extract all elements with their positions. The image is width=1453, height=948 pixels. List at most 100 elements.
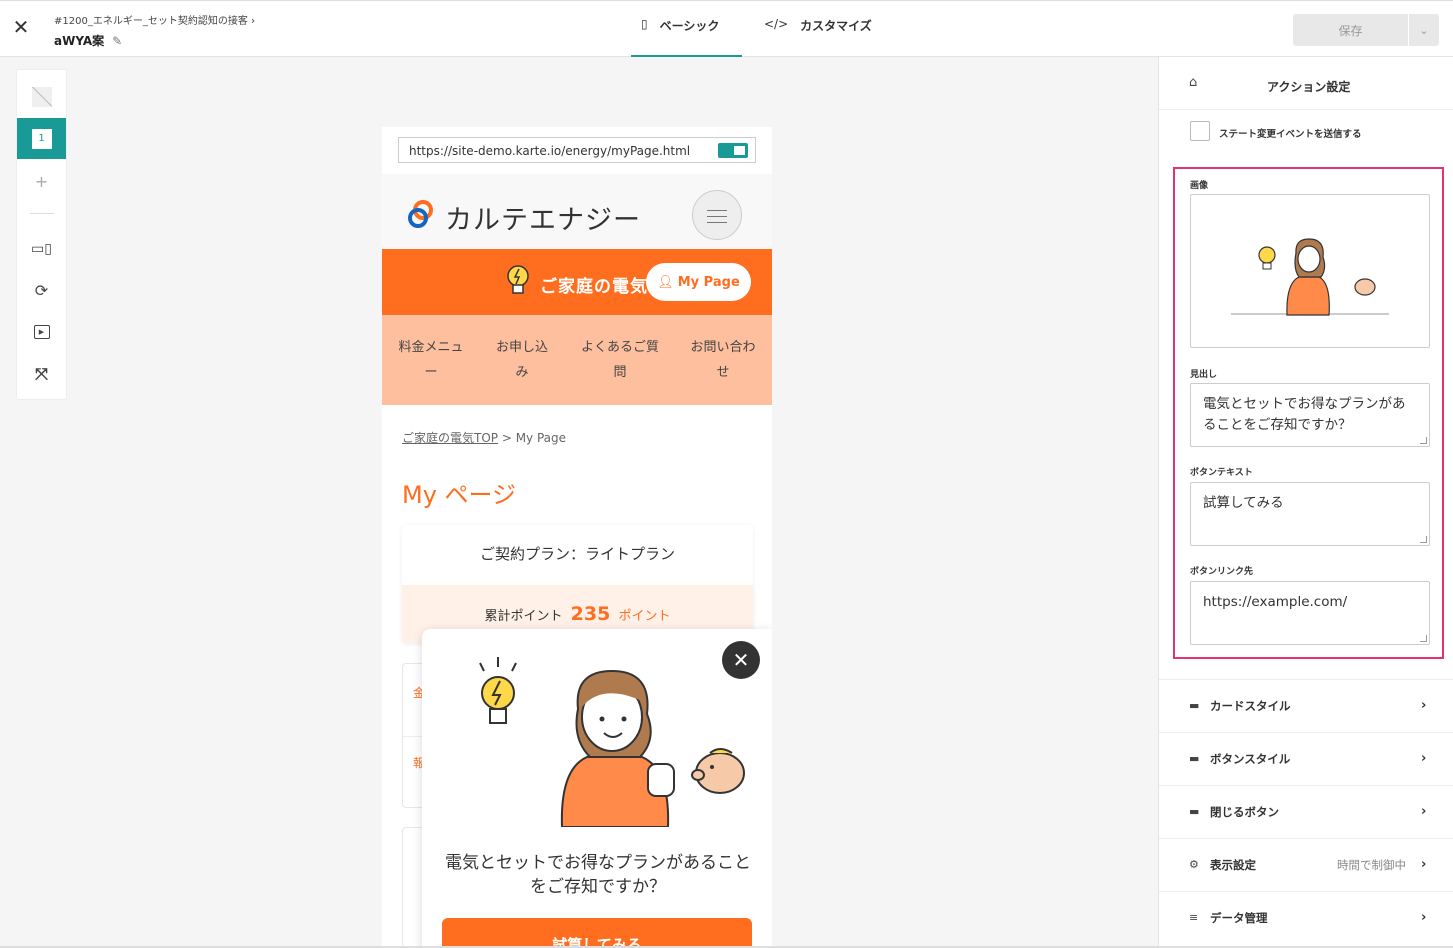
variant-name-label: aWYA案 <box>54 34 105 48</box>
section-close-button[interactable]: ▬ 閉じるボタン › <box>1159 785 1453 837</box>
popup-heading: 電気とセットでお得なプランがあることをご存知ですか？ <box>445 853 751 897</box>
step-1-label: 1 <box>31 128 52 149</box>
play-icon: ▶ <box>33 325 50 339</box>
points-label: 累計ポイント <box>484 609 563 624</box>
gear-icon: ⚙ <box>1189 858 1199 871</box>
url-text: https://site-demo.karte.io/energy/myPage… <box>409 144 691 158</box>
nav-item-contact[interactable]: お問い合わせ <box>687 335 759 385</box>
campaign-breadcrumb-label: #1200_エネルギー_セット契約認知の接客 <box>54 16 248 27</box>
hero-banner: ご家庭の電気 👤︎ My Page <box>382 249 772 315</box>
section-card-style[interactable]: ▬ カードスタイル › <box>1159 679 1453 731</box>
panel-title: アクション設定 <box>1267 80 1351 94</box>
save-button[interactable]: 保存 <box>1293 14 1408 46</box>
hamburger-menu-button[interactable] <box>692 190 742 240</box>
image-thumbnail <box>1231 238 1389 316</box>
points-unit: ポイント <box>618 609 671 624</box>
rotate-button[interactable]: ⟳ <box>17 278 66 302</box>
nav-item-price[interactable]: 料金メニュー <box>396 335 466 385</box>
button-text-textarea[interactable]: 試算してみる <box>1190 482 1430 546</box>
fullscreen-button[interactable]: ⤧ <box>17 363 66 385</box>
tab-basic[interactable]: ▯ ベーシック <box>631 17 742 57</box>
campaign-breadcrumb[interactable]: #1200_エネルギー_セット契約認知の接客 › <box>54 12 255 27</box>
url-bar[interactable]: https://site-demo.karte.io/energy/myPage… <box>398 137 756 163</box>
tab-customize-label: カスタマイズ <box>800 19 872 33</box>
button-text-field-label: ボタンテキスト <box>1190 468 1253 478</box>
logo-icon <box>408 200 433 228</box>
add-step-button[interactable]: + <box>17 171 66 191</box>
close-icon: ✕ <box>732 648 750 672</box>
chevron-right-icon: › <box>1421 751 1427 766</box>
panel-icon: ▯ <box>641 17 648 31</box>
image-upload-field[interactable] <box>1190 194 1430 348</box>
mypage-button[interactable]: 👤︎ My Page <box>646 263 751 301</box>
site-header: カルテエナジー <box>382 174 772 249</box>
database-icon: ≡ <box>1189 911 1199 924</box>
user-icon: 👤︎ <box>657 274 674 290</box>
section-label: 表示設定 <box>1210 857 1256 872</box>
rotate-icon: ⟳ <box>34 280 49 300</box>
step-1-button[interactable]: 1 <box>17 118 66 159</box>
chevron-down-icon[interactable]: ⌄ <box>1409 14 1439 46</box>
button-link-textarea[interactable]: https://example.com/ <box>1190 581 1430 645</box>
mypage-label: My Page <box>677 274 740 290</box>
site-breadcrumb: ご家庭の電気TOP > My Page <box>402 429 566 446</box>
section-label: 閉じるボタン <box>1210 804 1279 819</box>
home-icon[interactable]: ⌂ <box>1189 75 1197 90</box>
image-field-label: 画像 <box>1190 181 1209 191</box>
button-link-field-label: ボタンリンク先 <box>1190 567 1254 577</box>
popup-card: ✕ 電気とセットでお得なプランがあることをご存知ですか？ 試算してみる <box>422 629 772 948</box>
slash-icon <box>31 87 52 107</box>
breadcrumb-current: > My Page <box>498 431 567 445</box>
preview-button[interactable]: ▶ <box>17 321 66 343</box>
lightbulb-icon <box>479 657 517 724</box>
top-bar: ✕ #1200_エネルギー_セット契約認知の接客 › aWYA案 ✎ ▯ ベーシック… <box>0 0 1453 57</box>
chevron-right-icon: › <box>250 14 256 27</box>
section-label: データ管理 <box>1210 910 1268 925</box>
popup-cta-button[interactable]: 試算してみる <box>442 918 752 948</box>
popup-close-button[interactable]: ✕ <box>722 641 760 679</box>
folder-icon: ▬ <box>1189 752 1200 765</box>
folder-icon: ▬ <box>1189 805 1200 818</box>
nav-item-faq[interactable]: よくあるご質問 <box>578 335 662 385</box>
plan-card: ご契約プラン：ライトプラン 累計ポイント 235 ポイント <box>402 525 753 643</box>
devices-icon: ▭▯ <box>31 241 52 257</box>
variant-name: aWYA案 ✎ <box>54 32 122 49</box>
section-display-settings[interactable]: ⚙ 表示設定 時間で制御中 › <box>1159 838 1453 890</box>
chevron-right-icon: › <box>1421 910 1427 925</box>
device-toggle-button[interactable]: ▭▯ <box>17 238 66 260</box>
hidden-step-button[interactable] <box>17 84 66 110</box>
action-settings-panel: ⌂ アクション設定 ステート変更イベントを送信する 画像 見出し 電気とセットで… <box>1158 57 1453 948</box>
mobile-preview: https://site-demo.karte.io/energy/myPage… <box>382 127 772 948</box>
banner-text: ご家庭の電気 <box>540 277 648 297</box>
tab-customize[interactable]: </> カスタマイズ <box>764 17 872 57</box>
pencil-icon[interactable]: ✎ <box>112 34 122 48</box>
tab-basic-label: ベーシック <box>659 19 720 33</box>
points-value: 235 <box>570 603 611 625</box>
chevron-right-icon: › <box>1421 698 1427 713</box>
nav-item-apply[interactable]: お申し込み <box>492 335 552 385</box>
code-icon: </> <box>764 17 789 31</box>
folder-icon: ▬ <box>1189 699 1200 712</box>
state-event-checkbox[interactable] <box>1190 121 1210 141</box>
page-title: My ページ <box>402 481 517 509</box>
state-event-label: ステート変更イベントを送信する <box>1219 129 1362 140</box>
panel-header: ⌂ アクション設定 <box>1159 57 1453 110</box>
close-icon[interactable]: ✕ <box>12 17 30 37</box>
chevron-right-icon: › <box>1421 857 1427 872</box>
expand-icon: ⤧ <box>35 364 48 383</box>
heading-field-label: 見出し <box>1190 370 1218 380</box>
url-toggle[interactable] <box>718 143 748 158</box>
tool-rail: 1 + ▭▯ ⟳ ▶ ⤧ <box>16 69 67 400</box>
woman-illustration <box>560 669 675 827</box>
breadcrumb-link[interactable]: ご家庭の電気TOP <box>402 431 498 445</box>
section-button-style[interactable]: ▬ ボタンスタイル › <box>1159 732 1453 784</box>
section-data-management[interactable]: ≡ データ管理 › <box>1159 891 1453 943</box>
logo-text: カルテエナジー <box>445 205 641 236</box>
section-label: カードスタイル <box>1210 698 1291 713</box>
content-fields-group: 画像 見出し 電気とセットでお得なプランがあることをご存知ですか？ ボタンテキス… <box>1173 167 1444 659</box>
divider <box>30 213 54 214</box>
lightbulb-icon <box>507 265 529 294</box>
popup-illustration <box>479 657 745 827</box>
chevron-right-icon: › <box>1421 804 1427 819</box>
heading-textarea[interactable]: 電気とセットでお得なプランがあることをご存知ですか？ <box>1190 383 1430 447</box>
